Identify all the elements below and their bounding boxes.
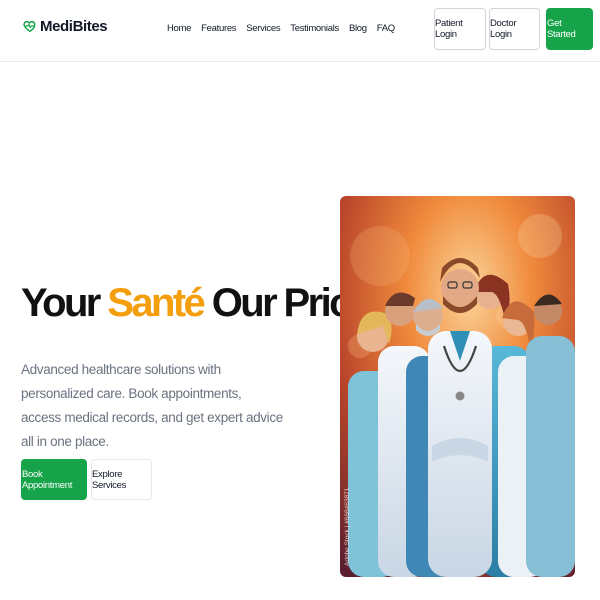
get-started-button[interactable]: Get Started xyxy=(546,8,593,50)
brand-logo[interactable]: MediBites xyxy=(23,17,108,35)
nav-link-features[interactable]: Features xyxy=(201,23,236,34)
hero-description: Advanced healthcare solutions with perso… xyxy=(21,362,283,449)
doctor-login-button[interactable]: Doctor Login xyxy=(489,8,540,50)
book-appointment-button[interactable]: Book Appointment xyxy=(21,459,87,500)
image-watermark: Adobe Stock | #668463871 xyxy=(344,487,351,566)
nav-link-blog[interactable]: Blog xyxy=(349,23,367,34)
brand-name: MediBites xyxy=(40,17,108,35)
hero-image-medical-team: Adobe Stock | #668463871 xyxy=(340,196,575,577)
nav-link-home[interactable]: Home xyxy=(167,23,191,34)
nav-links: Home Features Services Testimonials Blog… xyxy=(167,23,405,34)
heart-pulse-icon xyxy=(23,20,36,32)
nav-link-faq[interactable]: FAQ xyxy=(377,23,395,34)
hero-title-accent: Santé xyxy=(107,281,206,325)
nav-link-testimonials[interactable]: Testimonials xyxy=(290,23,339,34)
navbar: MediBites Home Features Services Testimo… xyxy=(0,0,600,62)
nav-link-services[interactable]: Services xyxy=(246,23,280,34)
hero-title-part1: Your xyxy=(21,281,108,325)
explore-services-button[interactable]: Explore Services xyxy=(91,459,152,500)
patient-login-button[interactable]: Patient Login xyxy=(434,8,486,50)
